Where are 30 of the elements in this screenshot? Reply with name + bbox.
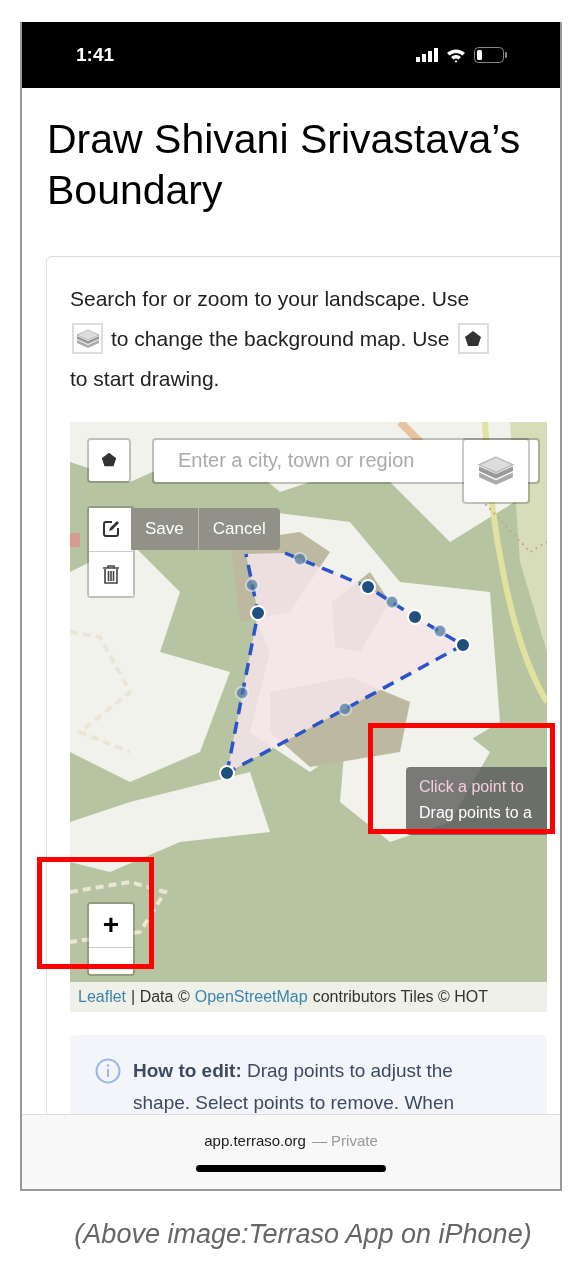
draw-polygon-button[interactable] [87,437,131,483]
layers-icon [72,323,103,355]
trash-icon [102,563,120,584]
attribution-text: | Data © [131,986,190,1007]
map[interactable]: Enter a city, town or region Save Cancel Click a point to Drag points to a + Leaflet | Data © OpenStreetMap contributors Tiles © HOT [70,421,547,1012]
tooltip-text: Click a point to [419,776,525,797]
edit-button[interactable] [89,507,133,552]
zoom-in-button[interactable]: + [89,903,133,948]
privacy-text: — Private [311,1132,378,1149]
signal-icon [416,48,438,62]
action-button[interactable]: Cancel [198,507,280,550]
instruction-text: to change the background map. Use [111,325,450,352]
info-icon [95,1057,121,1084]
wifi-icon [446,47,466,63]
instruction-text: Search for or zoom to your landscape. Use [70,285,470,312]
action-button[interactable]: Save [131,507,199,550]
layers-button[interactable] [462,437,530,504]
attribution-link[interactable]: Leaflet [78,985,127,1008]
info-text: How to edit: Drag points to adjust the shape. Select points to remove. When [133,1058,456,1114]
page-title: Draw Shivani Srivastava’s Boundary [47,115,522,215]
caption: (Above image:Terraso App on iPhone) [73,1219,533,1250]
url-text: app.terraso.org [204,1132,306,1149]
attribution-text: contributors Tiles © HOT [312,986,489,1007]
instruction-text: to start drawing. [70,365,220,392]
battery-icon [474,47,508,63]
clock-time: 1:41 [76,44,115,66]
boundary-polygon[interactable] [219,550,471,781]
edit-icon [101,519,121,540]
attribution-link[interactable]: OpenStreetMap [194,985,308,1008]
tooltip-text: Drag points to a [419,802,533,823]
